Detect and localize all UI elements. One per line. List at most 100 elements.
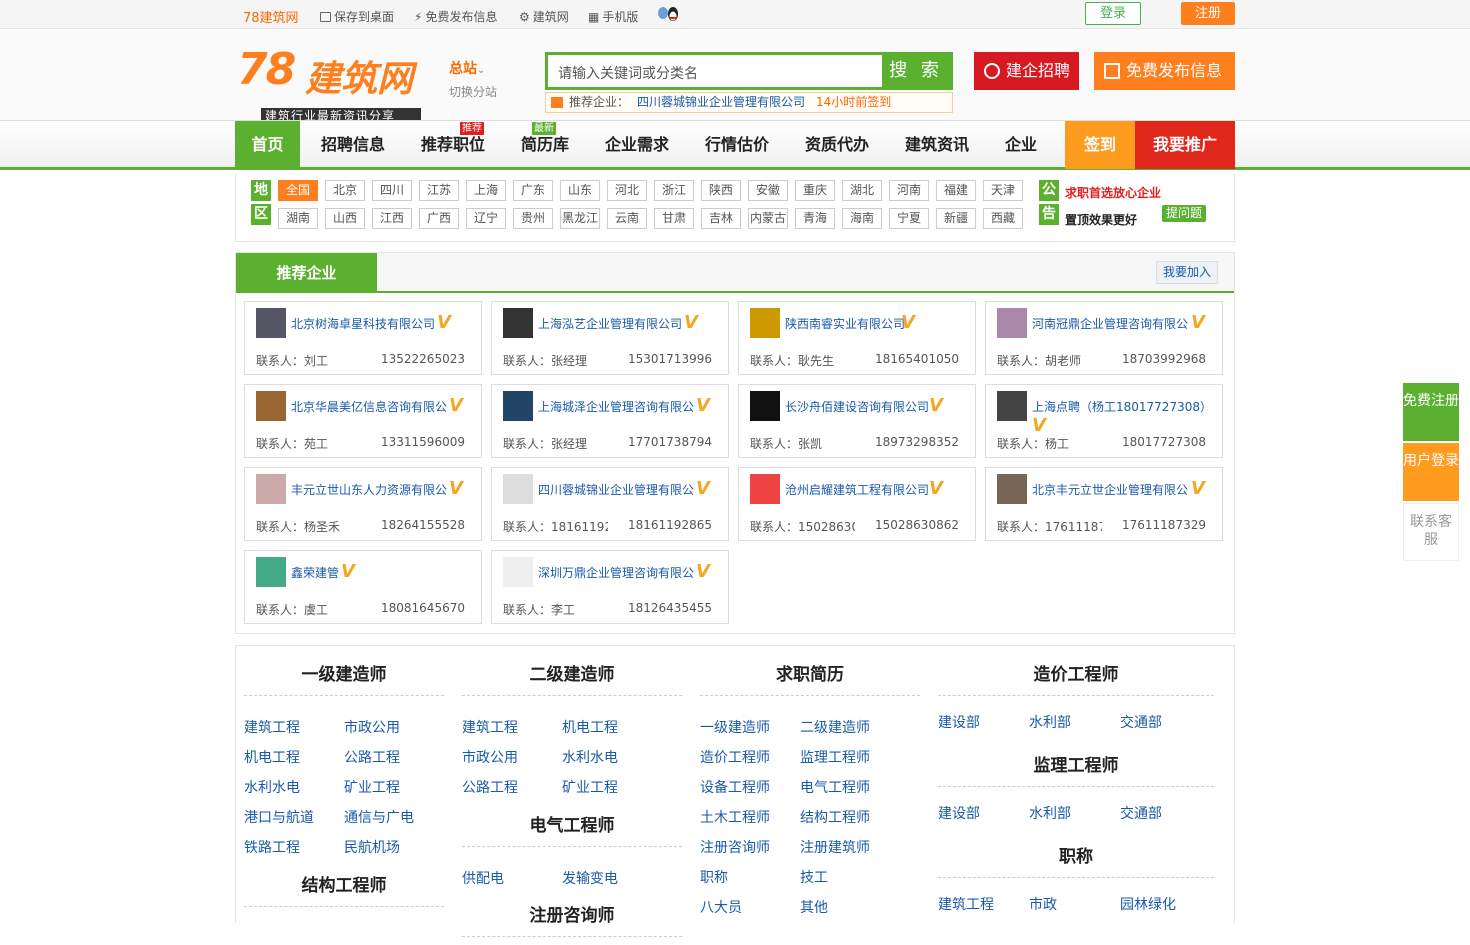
float-register-button[interactable]: 免费注册 <box>1403 383 1459 441</box>
company-avatar[interactable] <box>997 391 1027 421</box>
region-tag[interactable]: 陕西 <box>701 180 741 201</box>
region-tag[interactable]: 黑龙江 <box>560 208 600 229</box>
company-name-link[interactable]: 上海点聘（杨工18017727308） <box>1032 398 1207 415</box>
category-link[interactable]: 市政公用 <box>462 747 518 767</box>
region-tag[interactable]: 福建 <box>936 180 976 201</box>
category-link[interactable]: 建设部 <box>938 712 980 732</box>
category-link[interactable]: 水利水电 <box>244 777 300 797</box>
category-link[interactable]: 机电工程 <box>562 717 618 737</box>
region-tag[interactable]: 广东 <box>513 180 553 201</box>
region-tag[interactable]: 宁夏 <box>889 208 929 229</box>
notice-line-1[interactable]: 求职首选放心企业 <box>1065 184 1161 201</box>
company-avatar[interactable] <box>750 308 780 338</box>
category-link[interactable]: 供配电 <box>462 868 504 888</box>
region-tag[interactable]: 辽宁 <box>466 208 506 229</box>
company-avatar[interactable] <box>750 474 780 504</box>
search-input[interactable]: 请输入关键词或分类名 <box>558 63 698 83</box>
company-avatar[interactable] <box>503 391 533 421</box>
region-tag[interactable]: 山东 <box>560 180 600 201</box>
category-link[interactable]: 交通部 <box>1120 803 1162 823</box>
category-link[interactable]: 市政 <box>1029 894 1057 914</box>
category-link[interactable]: 水利部 <box>1029 712 1071 732</box>
company-avatar[interactable] <box>503 308 533 338</box>
company-card[interactable]: 陕西南睿实业有限公司 V 联系人：耿先生 18165401050 <box>738 301 976 375</box>
company-name-link[interactable]: 丰元立世山东人力资源有限公 <box>291 481 447 498</box>
company-avatar[interactable] <box>503 474 533 504</box>
category-link[interactable]: 八大员 <box>700 897 742 917</box>
region-tag[interactable]: 海南 <box>842 208 882 229</box>
company-card[interactable]: 北京树海卓星科技有限公司 V 联系人：刘工 13522265023 <box>244 301 482 375</box>
category-link[interactable]: 注册建筑师 <box>800 837 870 857</box>
category-link[interactable]: 监理工程师 <box>800 747 870 767</box>
hire-button[interactable]: 建企招聘 <box>974 52 1079 90</box>
category-link[interactable]: 市政公用 <box>344 717 400 737</box>
company-name-link[interactable]: 陕西南睿实业有限公司 <box>785 315 905 332</box>
category-link[interactable]: 水利水电 <box>562 747 618 767</box>
region-tag[interactable]: 北京 <box>325 180 365 201</box>
company-card[interactable]: 长沙舟佰建设咨询有限公司 V 联系人：张凯 18973298352 <box>738 384 976 458</box>
company-name-link[interactable]: 四川蓉城锦业企业管理有限公 <box>538 481 694 498</box>
region-tag[interactable]: 河南 <box>889 180 929 201</box>
site-name-link[interactable]: 78建筑网 <box>243 7 299 26</box>
company-name-link[interactable]: 鑫荣建管 <box>291 564 339 581</box>
company-name-link[interactable]: 北京树海卓星科技有限公司 <box>291 315 435 332</box>
region-tag[interactable]: 全国 <box>278 180 318 201</box>
company-card[interactable]: 丰元立世山东人力资源有限公 V 联系人：杨圣禾 18264155528 <box>244 467 482 541</box>
company-avatar[interactable] <box>256 557 286 587</box>
category-link[interactable]: 港口与航道 <box>244 807 314 827</box>
company-card[interactable]: 上海城泽企业管理咨询有限公 V 联系人：张经理 17701738794 <box>491 384 729 458</box>
search-button[interactable]: 搜 索 <box>882 55 950 87</box>
nav-companies[interactable]: 企业 <box>994 121 1048 169</box>
category-link[interactable]: 电气工程师 <box>800 777 870 797</box>
region-tag[interactable]: 新疆 <box>936 208 976 229</box>
company-card[interactable]: 鑫荣建管 V 联系人：虞工 18081645670 <box>244 550 482 624</box>
region-tag[interactable]: 重庆 <box>795 180 835 201</box>
company-name-link[interactable]: 沧州启耀建筑工程有限公司 <box>785 481 929 498</box>
switch-station-link[interactable]: 切换分站 <box>449 83 497 100</box>
category-link[interactable]: 其他 <box>800 897 828 917</box>
company-name-link[interactable]: 北京丰元立世企业管理有限公 <box>1032 481 1188 498</box>
region-tag[interactable]: 青海 <box>795 208 835 229</box>
nav-news[interactable]: 建筑资讯 <box>894 121 980 169</box>
nav-demands[interactable]: 企业需求 <box>594 121 680 169</box>
region-tag[interactable]: 浙江 <box>654 180 694 201</box>
nav-home[interactable]: 首页 <box>235 121 300 169</box>
category-link[interactable]: 造价工程师 <box>700 747 770 767</box>
category-link[interactable]: 通信与广电 <box>344 807 414 827</box>
notice-line-2[interactable]: 置顶效果更好 <box>1065 211 1137 228</box>
category-link[interactable]: 交通部 <box>1120 712 1162 732</box>
company-card[interactable]: 上海泓艺企业管理有限公司 V 联系人：张经理 15301713996 <box>491 301 729 375</box>
save-desktop-link[interactable]: 保存到桌面 <box>320 8 394 25</box>
category-link[interactable]: 土木工程师 <box>700 807 770 827</box>
company-avatar[interactable] <box>256 391 286 421</box>
region-tag[interactable]: 吉林 <box>701 208 741 229</box>
region-tag[interactable]: 贵州 <box>513 208 553 229</box>
category-link[interactable]: 矿业工程 <box>344 777 400 797</box>
company-card[interactable]: 深圳万鼎企业管理咨询有限公 V 联系人：李工 18126435455 <box>491 550 729 624</box>
ask-question-button[interactable]: 提问题 <box>1162 205 1206 222</box>
category-link[interactable]: 建筑工程 <box>938 894 994 914</box>
company-card[interactable]: 河南冠鼎企业管理咨询有限公 V 联系人：胡老师 18703992968 <box>985 301 1223 375</box>
category-link[interactable]: 注册咨询师 <box>700 837 770 857</box>
company-avatar[interactable] <box>256 474 286 504</box>
region-tag[interactable]: 西藏 <box>983 208 1023 229</box>
region-tag[interactable]: 江苏 <box>419 180 459 201</box>
category-link[interactable]: 发输变电 <box>562 868 618 888</box>
company-card[interactable]: 上海点聘（杨工18017727308） V 联系人：杨工 18017727308 <box>985 384 1223 458</box>
category-link[interactable]: 园林绿化 <box>1120 894 1176 914</box>
float-service-button[interactable]: 联系客服 <box>1403 503 1459 561</box>
region-tag[interactable]: 江西 <box>372 208 412 229</box>
build-net-link[interactable]: ⚙ 建筑网 <box>519 8 569 25</box>
company-name-link[interactable]: 上海泓艺企业管理有限公司 <box>538 315 682 332</box>
company-name-link[interactable]: 上海城泽企业管理咨询有限公 <box>538 398 694 415</box>
company-avatar[interactable] <box>503 557 533 587</box>
nav-promote[interactable]: 我要推广 <box>1135 121 1235 169</box>
region-tag[interactable]: 甘肃 <box>654 208 694 229</box>
join-button[interactable]: 我要加入 <box>1156 261 1218 284</box>
category-link[interactable]: 职称 <box>700 867 728 887</box>
category-link[interactable]: 建设部 <box>938 803 980 823</box>
company-avatar[interactable] <box>997 474 1027 504</box>
company-card[interactable]: 北京华晨美亿信息咨询有限公 V 联系人：苑工 13311596009 <box>244 384 482 458</box>
nav-jobs[interactable]: 招聘信息 <box>310 121 396 169</box>
region-tag[interactable]: 安徽 <box>748 180 788 201</box>
